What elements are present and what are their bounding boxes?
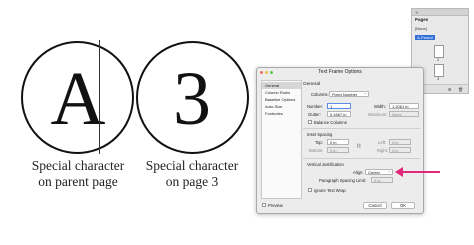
new-page-icon[interactable]: ⊞ — [448, 87, 451, 92]
panel-close-icon[interactable]: ✕ — [415, 10, 418, 15]
columns-select[interactable]: Fixed Number — [329, 91, 369, 97]
align-select[interactable]: Center — [365, 169, 393, 175]
bottom-field[interactable]: 0 in — [327, 147, 349, 153]
sidebar-item-auto-size[interactable]: Auto-Size — [262, 103, 301, 110]
parent-page-character: A — [50, 57, 106, 141]
page3-caption: Special character on page 3 — [130, 158, 254, 190]
parent-item-a-parent[interactable]: A-Parent — [415, 35, 435, 40]
annotation-arrow-line — [401, 171, 440, 173]
balance-columns-label: Balance Columns — [314, 120, 347, 125]
paragraph-spacing-limit-label: Paragraph Spacing Limit: — [319, 178, 367, 183]
inset-spacing-title: Inset Spacing — [307, 132, 333, 137]
gutter-label: Gutter: — [308, 112, 321, 117]
maximum-field[interactable]: None — [389, 111, 419, 117]
general-pane: General Columns: Fixed Number Number: 1 … — [303, 80, 420, 197]
page-number-3: 3 — [437, 76, 440, 81]
cancel-button[interactable]: Cancel — [363, 202, 387, 209]
page3-caption-line1: Special character — [145, 158, 239, 173]
gutter-field[interactable]: 0.1667 in — [327, 111, 351, 117]
sidebar-item-column-rules[interactable]: Column Rules — [262, 89, 301, 96]
top-field[interactable]: 0 in — [327, 139, 349, 145]
width-field[interactable]: 1.2061 in — [389, 103, 419, 109]
ignore-text-wrap-label: Ignore Text Wrap — [314, 188, 346, 193]
section-title-general: General — [303, 82, 321, 87]
left-field[interactable]: 0 in — [389, 139, 411, 145]
divider — [303, 128, 420, 129]
ignore-text-wrap-checkbox[interactable] — [308, 188, 312, 192]
left-label: Left: — [378, 140, 387, 145]
page3-caption-line2: on page 3 — [165, 174, 219, 189]
right-label: Right: — [377, 148, 388, 153]
parent-caption-line1: Special character — [31, 158, 125, 173]
bottom-label: Bottom: — [309, 148, 324, 153]
sidebar-item-footnotes[interactable]: Footnotes — [262, 110, 301, 117]
ok-button[interactable]: OK — [391, 202, 415, 209]
columns-label: Columns: — [311, 92, 329, 97]
text-frame-options-dialog: Text Frame Options General Column Rules … — [256, 67, 424, 214]
parent-item-none[interactable]: [None] — [415, 26, 427, 31]
margin-guide-line — [99, 40, 100, 154]
annotation-arrow-head — [395, 167, 403, 177]
sidebar-item-baseline-options[interactable]: Baseline Options — [262, 96, 301, 103]
dialog-title: Text Frame Options — [318, 69, 362, 75]
number-field[interactable]: 1 — [327, 103, 351, 109]
page-number-2: 2 — [437, 57, 440, 62]
delete-page-icon[interactable]: 🗑 — [458, 87, 463, 92]
right-field[interactable]: 0 in — [389, 147, 411, 153]
parent-caption-line2: on parent page — [38, 174, 118, 189]
pages-panel-titlebar — [412, 9, 468, 16]
parent-page-caption: Special character on parent page — [16, 158, 140, 190]
align-label: Align: — [353, 170, 364, 175]
pages-panel-title: Pages — [415, 17, 429, 22]
dialog-sidebar: General Column Rules Baseline Options Au… — [261, 80, 302, 199]
divider-2 — [303, 158, 420, 159]
balance-columns-checkbox[interactable] — [308, 120, 312, 124]
chain-link-icon[interactable]: ⛓ — [356, 143, 361, 149]
maximum-label: Maximum: — [368, 112, 388, 117]
paragraph-spacing-limit-field[interactable]: 0 in — [371, 177, 393, 183]
vertical-justification-title: Vertical Justification — [307, 162, 344, 167]
preview-checkbox[interactable] — [262, 203, 266, 207]
preview-label: Preview — [268, 203, 283, 208]
page3-character: 3 — [173, 57, 211, 141]
sidebar-item-general[interactable]: General — [262, 82, 301, 89]
number-label: Number: — [307, 104, 324, 109]
top-label: Top: — [315, 140, 323, 145]
width-label: Width: — [374, 104, 386, 109]
